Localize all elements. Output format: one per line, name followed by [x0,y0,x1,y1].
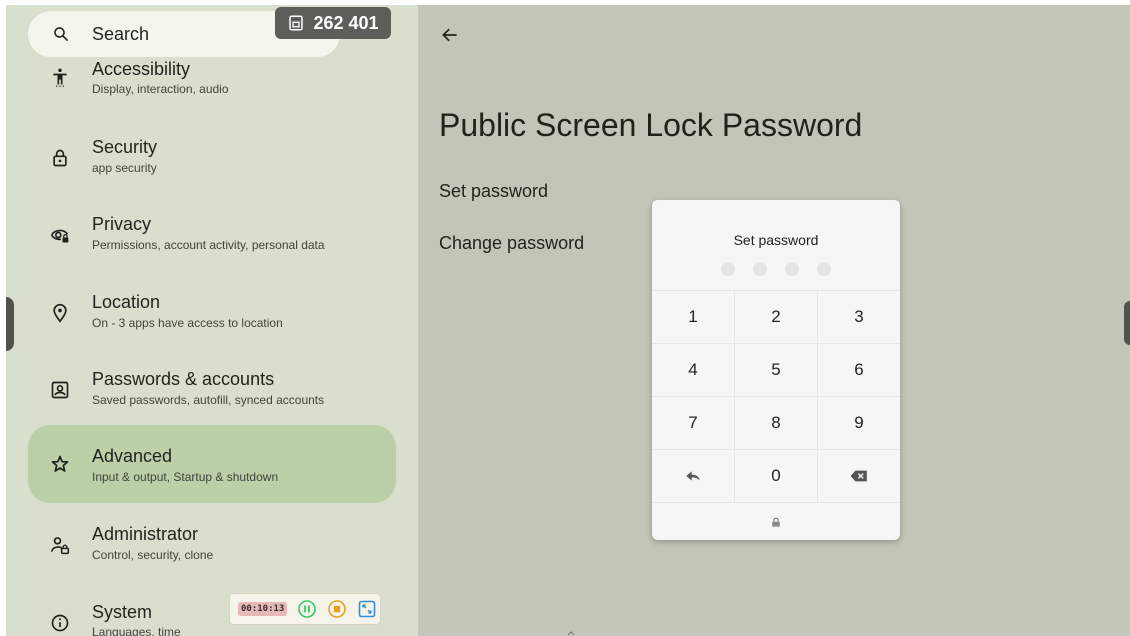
sidebar-item-passwords-accounts[interactable]: Passwords & accounts Saved passwords, au… [28,352,396,430]
key-8[interactable]: 8 [735,397,818,449]
expand-icon [359,600,376,618]
recording-timer: 00:10:13 [238,602,288,616]
sidebar-item-subtitle: Input & output, Startup & shutdown [92,470,279,484]
location-pin-icon [53,303,67,323]
pause-icon [298,600,317,618]
sidebar-item-title: Privacy [92,214,152,234]
screen-share-badge: 262 401 [275,7,391,39]
sidebar-item-title: Location [92,292,161,312]
key-delete[interactable] [818,450,900,502]
sidebar-item-privacy[interactable]: Privacy Permissions, account activity, p… [28,197,396,275]
key-back[interactable] [652,450,735,502]
sidebar-item-security[interactable]: Security app security [28,120,396,198]
pin-dots [652,262,900,276]
backspace-icon [850,470,867,482]
left-edge-handle[interactable] [6,297,14,351]
pin-dot [785,262,799,276]
screen-share-icon [289,15,304,31]
star-outline-icon [51,455,69,472]
sidebar-item-title: Administrator [92,524,199,544]
set-password-option[interactable]: Set password [439,181,548,202]
stop-recording-button[interactable] [327,599,347,619]
set-password-dialog: Set password 1 2 3 4 5 6 7 8 9 0 [652,200,900,540]
key-4[interactable]: 4 [652,344,735,396]
page-title: Public Screen Lock Password [439,107,863,143]
pin-dot [817,262,831,276]
right-edge-handle[interactable] [1124,301,1130,345]
sidebar-item-title: System [92,602,153,622]
expand-recorder-button[interactable] [357,599,377,619]
sidebar-item-title: Advanced [92,446,173,466]
key-2[interactable]: 2 [735,291,818,343]
caret-mark-icon [567,631,575,636]
sidebar-item-subtitle: Display, interaction, audio [92,82,229,96]
key-3[interactable]: 3 [818,291,900,343]
lock-icon [772,517,780,527]
sidebar-item-location[interactable]: Location On - 3 apps have access to loca… [28,275,396,353]
sidebar-item-subtitle: app security [92,161,157,175]
lock-icon [53,149,67,167]
key-0[interactable]: 0 [735,450,818,502]
search-icon [54,27,68,41]
sidebar: Search Accessibility Display, interactio… [6,5,418,636]
privacy-eye-icon [50,229,69,243]
key-9[interactable]: 9 [818,397,900,449]
sidebar-item-subtitle: Languages, time [92,625,181,636]
screen-share-code: 262 401 [313,12,379,33]
sidebar-item-subtitle: Permissions, account activity, personal … [92,238,325,252]
key-6[interactable]: 6 [818,344,900,396]
change-password-option[interactable]: Change password [439,233,584,254]
sidebar-item-title: Accessibility [92,59,191,79]
reply-back-icon [686,471,700,481]
search-label: Search [92,24,150,44]
key-1[interactable]: 1 [652,291,735,343]
sidebar-item-administrator[interactable]: Administrator Control, security, clone [28,507,396,585]
sidebar-item-subtitle: Saved passwords, autofill, synced accoun… [92,393,325,407]
account-box-icon [51,381,69,399]
dialog-title: Set password [733,232,819,248]
dialog-lock-row [652,502,900,540]
sidebar-item-title: Security [92,137,158,157]
keypad: 1 2 3 4 5 6 7 8 9 0 [652,290,900,502]
accessibility-icon [53,68,67,87]
sidebar-item-subtitle: Control, security, clone [92,548,214,562]
back-arrow-icon[interactable] [440,25,460,45]
sidebar-item-accessibility[interactable]: Accessibility Display, interaction, audi… [28,51,396,129]
sidebar-item-advanced[interactable]: Advanced Input & output, Startup & shutd… [28,425,396,503]
settings-window: Search Accessibility Display, interactio… [6,5,1130,636]
sidebar-item-title: Passwords & accounts [92,369,275,389]
pin-dot [753,262,767,276]
stop-icon [328,600,347,618]
key-5[interactable]: 5 [735,344,818,396]
key-7[interactable]: 7 [652,397,735,449]
screen-recorder-bar: 00:10:13 [229,593,381,625]
pin-dot [721,262,735,276]
sidebar-item-subtitle: On - 3 apps have access to location [92,316,283,330]
admin-icon [50,537,70,555]
pause-recording-button[interactable] [297,599,317,619]
info-icon [51,614,69,632]
